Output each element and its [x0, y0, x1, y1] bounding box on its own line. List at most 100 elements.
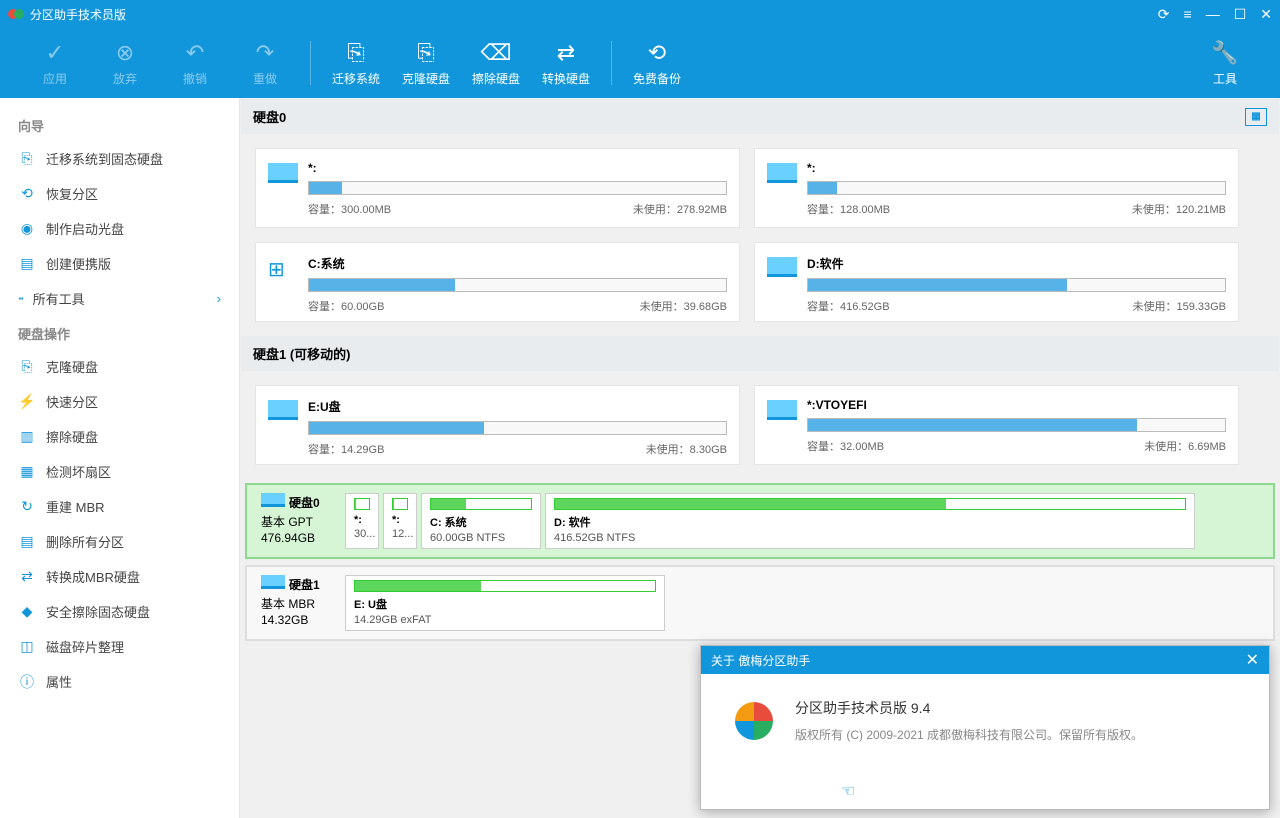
about-logo-icon — [731, 698, 777, 744]
sidebar-item[interactable]: ⓘ属性 — [0, 664, 239, 699]
migrate-icon: ⎘ — [347, 40, 365, 66]
usage-bar — [308, 278, 727, 292]
sidebar-icon: ⎘ — [18, 150, 36, 168]
unused-label: 未使用：39.68GB — [640, 298, 727, 314]
sidebar-item[interactable]: ⟲恢复分区 — [0, 176, 239, 211]
sidebar-item[interactable]: ▥擦除硬盘 — [0, 419, 239, 454]
refresh-icon[interactable]: ⟳ — [1158, 6, 1170, 23]
toolbar: ✓应用 ⊗放弃 ↶撤销 ↷重做 ⎘迁移系统 ⎘克隆硬盘 ⌫擦除硬盘 ⇄转换硬盘 … — [0, 28, 1280, 98]
wipe-icon: ⌫ — [480, 40, 511, 66]
apply-button[interactable]: ✓应用 — [20, 34, 90, 93]
redo-icon: ↷ — [256, 40, 274, 66]
usage-bar — [308, 181, 727, 195]
undo-icon: ↶ — [186, 40, 204, 66]
drive-icon — [268, 163, 298, 183]
app-logo-icon — [8, 6, 24, 22]
sidebar-item[interactable]: ⎘克隆硬盘 — [0, 349, 239, 384]
capacity-label: 容量：416.52GB — [807, 298, 890, 314]
clone-icon: ⎘ — [417, 40, 435, 66]
sidebar-item[interactable]: ↻重建 MBR — [0, 489, 239, 524]
unused-label: 未使用：278.92MB — [633, 201, 727, 217]
cancel-icon: ⊗ — [116, 40, 134, 66]
sidebar-icon: ◆ — [18, 603, 36, 621]
discard-button[interactable]: ⊗放弃 — [90, 34, 160, 93]
partition-name: *:VTOYEFI — [807, 398, 1226, 412]
dialog-titlebar[interactable]: 关于 傲梅分区助手 ✕ — [701, 646, 1269, 674]
partition-card[interactable]: D:软件容量：416.52GB 未使用：159.33GB — [754, 242, 1239, 322]
usage-bar — [807, 181, 1226, 195]
map-partition[interactable]: *:30... — [345, 493, 379, 549]
windows-icon: ⊞ — [268, 257, 298, 277]
sidebar-item[interactable]: ▤删除所有分区 — [0, 524, 239, 559]
dialog-title: 关于 傲梅分区助手 — [711, 652, 810, 669]
sidebar-item[interactable]: ◫磁盘碎片整理 — [0, 629, 239, 664]
view-toggle-icon[interactable]: ▦ — [1245, 108, 1267, 126]
disk-map-row[interactable]: 硬盘1基本 MBR14.32GBE: U盘14.29GB exFAT — [245, 565, 1275, 641]
undo-button[interactable]: ↶撤销 — [160, 34, 230, 93]
disk-type: 基本 GPT — [261, 513, 345, 530]
sidebar-item[interactable]: ▤创建便携版 — [0, 246, 239, 281]
partition-name: E:U盘 — [308, 398, 727, 415]
drive-icon — [767, 163, 797, 183]
sidebar-item[interactable]: ⇄转换成MBR硬盘 — [0, 559, 239, 594]
convert-button[interactable]: ⇄转换硬盘 — [531, 34, 601, 93]
unused-label: 未使用：8.30GB — [646, 441, 727, 457]
clone-button[interactable]: ⎘克隆硬盘 — [391, 34, 461, 93]
partition-name: *: — [807, 161, 1226, 175]
tools-button[interactable]: 🔧工具 — [1190, 34, 1260, 93]
sidebar-header-diskops: 硬盘操作 — [0, 316, 239, 349]
unused-label: 未使用：159.33GB — [1132, 298, 1226, 314]
map-partition[interactable]: D: 软件416.52GB NTFS — [545, 493, 1195, 549]
wipe-button[interactable]: ⌫擦除硬盘 — [461, 34, 531, 93]
sidebar-icon: ◫ — [18, 638, 36, 656]
drive-icon — [261, 575, 285, 589]
map-partition[interactable]: C: 系统60.00GB NTFS — [421, 493, 541, 549]
sidebar-item[interactable]: ⚡快速分区 — [0, 384, 239, 419]
sidebar-item[interactable]: 所有工具› — [0, 281, 239, 316]
partition-name: D:软件 — [807, 255, 1226, 272]
map-partition[interactable]: E: U盘14.29GB exFAT — [345, 575, 665, 631]
sidebar-icon: ⇄ — [18, 568, 36, 586]
minimize-icon[interactable]: ― — [1206, 6, 1220, 23]
drive-icon — [767, 400, 797, 420]
menu-icon[interactable]: ≡ — [1184, 6, 1192, 23]
disk-header: 硬盘1 (可移动的) — [241, 336, 1279, 371]
sidebar-icon: ▥ — [18, 428, 36, 446]
sidebar-item[interactable]: ◉制作启动光盘 — [0, 211, 239, 246]
sidebar-item[interactable]: ⎘迁移系统到固态硬盘 — [0, 141, 239, 176]
maximize-icon[interactable]: ☐ — [1234, 6, 1247, 23]
backup-button[interactable]: ⟲免费备份 — [622, 34, 692, 93]
usage-bar — [807, 418, 1226, 432]
sidebar-item[interactable]: ◆安全擦除固态硬盘 — [0, 594, 239, 629]
window-title: 分区助手技术员版 — [30, 6, 1158, 23]
disk-name: 硬盘0 — [261, 493, 345, 511]
redo-button[interactable]: ↷重做 — [230, 34, 300, 93]
sidebar-icon: ⟲ — [18, 185, 36, 203]
partition-card[interactable]: ⊞C:系统容量：60.00GB未使用：39.68GB — [255, 242, 740, 322]
close-icon[interactable]: ✕ — [1260, 6, 1272, 23]
sidebar-icon: ⎘ — [18, 358, 36, 376]
capacity-label: 容量：300.00MB — [308, 201, 391, 217]
sidebar-icon: ▦ — [18, 463, 36, 481]
partition-card[interactable]: *:容量：300.00MB未使用：278.92MB — [255, 148, 740, 228]
sidebar-item[interactable]: ▦检测坏扇区 — [0, 454, 239, 489]
partition-card[interactable]: E:U盘容量：14.29GB未使用：8.30GB — [255, 385, 740, 465]
partition-card[interactable]: *:VTOYEFI容量：32.00MB未使用：6.69MB — [754, 385, 1239, 465]
wrench-icon: 🔧 — [1211, 40, 1238, 66]
dialog-close-icon[interactable]: ✕ — [1246, 650, 1259, 670]
migrate-button[interactable]: ⎘迁移系统 — [321, 34, 391, 93]
about-dialog: 关于 傲梅分区助手 ✕ 分区助手技术员版 9.4 版权所有 (C) 2009-2… — [700, 645, 1270, 810]
partition-card[interactable]: *:容量：128.00MB未使用：120.21MB — [754, 148, 1239, 228]
capacity-label: 容量：128.00MB — [807, 201, 890, 217]
disk-map-row[interactable]: 硬盘0 基本 GPT476.94GB*:30...*:12...C: 系统60.0… — [245, 483, 1275, 559]
map-partition[interactable]: *:12... — [383, 493, 417, 549]
disk-name: 硬盘1 — [261, 575, 345, 593]
drive-icon — [261, 493, 285, 507]
drive-icon — [767, 257, 797, 277]
capacity-label: 容量：60.00GB — [308, 298, 384, 314]
sidebar-header-wizard: 向导 — [0, 108, 239, 141]
disk-type: 基本 MBR — [261, 595, 345, 612]
sidebar-icon: ⚡ — [18, 393, 36, 411]
sidebar-icon: ▤ — [18, 533, 36, 551]
disk-size: 476.94GB — [261, 531, 345, 545]
